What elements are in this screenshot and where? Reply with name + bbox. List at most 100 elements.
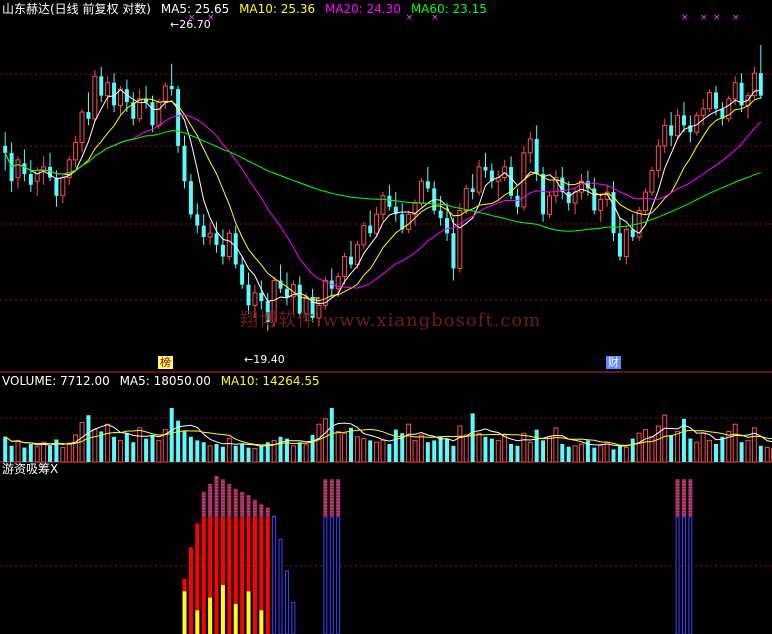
indicator-bar-accent	[195, 610, 200, 634]
volume-bar	[117, 439, 123, 463]
volume-bar	[445, 438, 450, 462]
indicator-bar-accent	[259, 610, 264, 634]
mark-bang[interactable]: 榜	[158, 356, 173, 369]
indicator-bar-accent	[233, 603, 238, 634]
indicator-title: 游资吸筹X	[2, 462, 59, 476]
volume-bar	[131, 442, 136, 462]
indicator-bar-lower	[227, 517, 232, 634]
price-header: 山东赫达(日线 前复权 对数) MA5: 25.65 MA10: 25.36 M…	[2, 2, 493, 16]
volume-bar	[547, 436, 552, 463]
candle-body	[438, 210, 443, 219]
candle-body	[188, 181, 193, 215]
ma60-label: MA60: 23.15	[410, 2, 487, 16]
candle-body	[92, 75, 98, 120]
candle-body	[476, 166, 482, 193]
volume-bar	[361, 438, 367, 463]
volume-bar	[592, 447, 597, 462]
volume-bar	[393, 429, 398, 462]
candle-body	[240, 264, 245, 285]
candle-body	[246, 284, 251, 306]
candle-body	[655, 145, 661, 171]
indicator-bar-lower	[240, 517, 245, 634]
candle-body	[259, 292, 264, 302]
candle-body	[354, 244, 360, 266]
candle-body	[547, 195, 552, 215]
indicator-bar-lower	[284, 570, 289, 634]
volume-bar	[566, 446, 571, 462]
volume-bar	[630, 438, 635, 462]
volume-bar	[284, 438, 289, 462]
volume-bar	[259, 445, 264, 462]
volume-bar	[278, 436, 283, 462]
volume-bar	[662, 414, 668, 463]
indicator-bar-lower	[201, 517, 206, 634]
volume-bar	[303, 444, 309, 463]
candle-body	[418, 180, 424, 204]
volume-bar	[182, 431, 187, 462]
volume-bar	[572, 445, 578, 463]
volume-bar	[169, 408, 174, 462]
candle-body	[669, 125, 674, 136]
volume-bar	[73, 434, 79, 463]
volume-bar	[246, 447, 251, 462]
volume-bar	[604, 441, 610, 463]
ma10-label: MA10: 25.36	[239, 2, 316, 16]
volume-bar	[60, 447, 66, 463]
volume-bar	[28, 444, 33, 462]
volume-bar	[41, 441, 47, 463]
candle-body	[527, 138, 533, 154]
candle-body	[22, 163, 27, 175]
candle-body	[361, 225, 367, 246]
candle-body	[380, 195, 386, 215]
volume-bar	[112, 436, 117, 462]
candle-body	[162, 85, 168, 103]
volume-bar	[252, 448, 258, 463]
vol-ma10-label: MA10: 14264.55	[220, 374, 320, 388]
volume-bar	[470, 413, 475, 462]
candle-body	[176, 89, 181, 146]
volume-bar	[368, 440, 373, 462]
volume-bar	[675, 430, 681, 463]
volume-bar	[144, 438, 149, 462]
volume-bar	[713, 444, 718, 462]
candle-body	[572, 191, 578, 204]
ma5-label: MA5: 25.65	[160, 2, 230, 16]
candle-body	[34, 169, 40, 182]
candle-body	[566, 192, 571, 204]
volume-bar	[48, 445, 53, 462]
volume-bar	[310, 435, 315, 462]
mark-cai[interactable]: 财	[606, 356, 621, 369]
candle-body	[79, 111, 85, 143]
indicator-bar-upper	[214, 476, 219, 518]
volume-bar	[636, 432, 642, 463]
indicator-bar-lower	[265, 517, 270, 634]
max-price-label: ←26.70	[170, 18, 211, 31]
volume-bar	[188, 436, 193, 462]
candle-body	[470, 188, 475, 193]
indicator-bar-accent	[182, 591, 187, 634]
volume-bar	[534, 429, 539, 462]
candle-body	[86, 112, 91, 119]
candle-body	[374, 213, 380, 234]
volume-bar	[707, 439, 713, 463]
min-price-label: ←19.40	[244, 353, 285, 366]
volume-bar	[527, 441, 533, 463]
cross-marker: ×	[681, 13, 689, 23]
volume-bar	[451, 445, 456, 462]
candle-body	[598, 198, 604, 212]
candle-body	[713, 92, 718, 109]
volume-bar	[329, 408, 334, 462]
candle-body	[252, 292, 258, 306]
volume-bar	[406, 423, 412, 463]
volume-bar	[380, 439, 386, 463]
volume-bar	[521, 432, 527, 463]
candle-body	[60, 177, 66, 197]
volume-bar	[220, 446, 225, 462]
candle-body	[515, 195, 520, 207]
volume-bar	[764, 447, 770, 463]
min-price-value: 19.40	[253, 353, 285, 366]
volume-bar	[457, 425, 463, 463]
vol-ma5-label: MA5: 18050.00	[119, 374, 211, 388]
volume-bar	[290, 445, 296, 463]
candle-body	[3, 145, 8, 153]
